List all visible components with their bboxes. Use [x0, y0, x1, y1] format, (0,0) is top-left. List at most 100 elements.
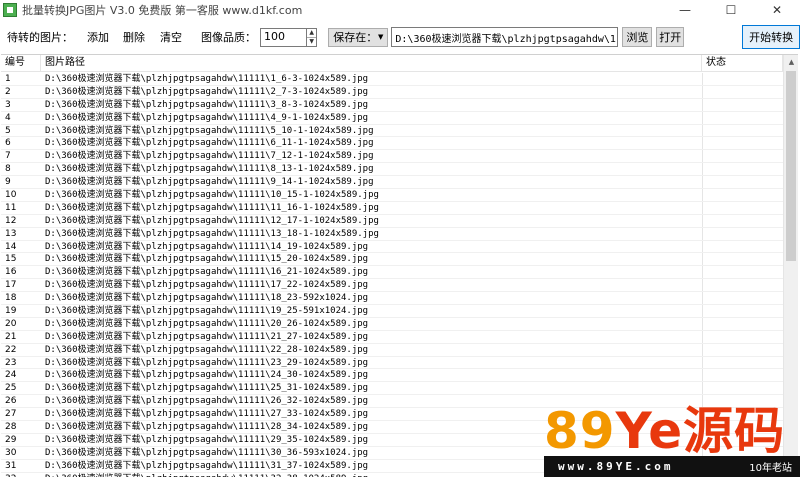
- minimize-button[interactable]: —: [662, 0, 708, 20]
- row-status: [702, 356, 783, 369]
- quality-spinner[interactable]: ▲ ▼: [306, 27, 318, 47]
- row-number: 24: [5, 370, 17, 381]
- row-path: D:\360极速浏览器下载\plzhjpgtpsagahdw\11111\24_…: [45, 370, 369, 381]
- header-status[interactable]: 状态: [702, 55, 783, 71]
- row-number: 29: [5, 434, 17, 445]
- add-button[interactable]: 添加: [87, 29, 109, 45]
- scroll-thumb[interactable]: [786, 71, 796, 261]
- row-path: D:\360极速浏览器下载\plzhjpgtpsagahdw\11111\2_7…: [45, 86, 369, 97]
- row-number: 5: [5, 125, 11, 136]
- table-row[interactable]: 2 D:\360极速浏览器下载\plzhjpgtpsagahdw\11111\2_…: [1, 85, 783, 99]
- header-number[interactable]: 编号: [1, 55, 41, 71]
- row-status: [702, 124, 783, 137]
- table-row[interactable]: 12 D:\360极速浏览器下载\plzhjpgtpsagahdw\11111\1…: [1, 214, 783, 228]
- row-number: 4: [5, 112, 11, 123]
- row-number: 31: [5, 460, 17, 471]
- table-row[interactable]: 6 D:\360极速浏览器下载\plzhjpgtpsagahdw\11111\6_…: [1, 137, 783, 151]
- row-status: [702, 150, 783, 163]
- table-row[interactable]: 16 D:\360极速浏览器下载\plzhjpgtpsagahdw\11111\1…: [1, 266, 783, 280]
- row-number: 7: [5, 151, 11, 162]
- row-status: [702, 214, 783, 227]
- row-number: 18: [5, 293, 17, 304]
- list-header: 编号 图片路径 状态: [1, 55, 783, 72]
- row-number: 2: [5, 86, 11, 97]
- row-number: 9: [5, 177, 11, 188]
- window-title: 批量转换JPG图片 V3.0 免费版 第一客服 www.d1kf.com: [22, 4, 303, 17]
- row-number: 21: [5, 331, 17, 342]
- table-row[interactable]: 4 D:\360极速浏览器下载\plzhjpgtpsagahdw\11111\4_…: [1, 111, 783, 125]
- window-controls: — ☐ ✕: [662, 0, 800, 20]
- table-row[interactable]: 24 D:\360极速浏览器下载\plzhjpgtpsagahdw\11111\2…: [1, 369, 783, 383]
- open-button[interactable]: 打开: [656, 27, 685, 47]
- clear-button[interactable]: 清空: [160, 29, 182, 45]
- table-row[interactable]: 7 D:\360极速浏览器下载\plzhjpgtpsagahdw\11111\7_…: [1, 150, 783, 164]
- row-status: [702, 317, 783, 330]
- maximize-button[interactable]: ☐: [708, 0, 754, 20]
- row-path: D:\360极速浏览器下载\plzhjpgtpsagahdw\11111\13_…: [45, 228, 379, 239]
- toolbar: 待转的图片： 添加 删除 清空 图像品质： 100 ▲ ▼ 保存在： ▼ D:\…: [0, 22, 800, 52]
- row-path: D:\360极速浏览器下载\plzhjpgtpsagahdw\11111\8_1…: [45, 164, 374, 175]
- quality-input[interactable]: 100: [260, 27, 307, 47]
- row-path: D:\360极速浏览器下载\plzhjpgtpsagahdw\11111\10_…: [45, 190, 379, 201]
- row-path: D:\360极速浏览器下载\plzhjpgtpsagahdw\11111\16_…: [45, 267, 369, 278]
- row-path: D:\360极速浏览器下载\plzhjpgtpsagahdw\11111\3_8…: [45, 99, 369, 110]
- browse-button[interactable]: 浏览: [622, 27, 653, 47]
- table-row[interactable]: 25 D:\360极速浏览器下载\plzhjpgtpsagahdw\11111\2…: [1, 382, 783, 396]
- row-status: [702, 266, 783, 279]
- row-path: D:\360极速浏览器下载\plzhjpgtpsagahdw\11111\11_…: [45, 202, 379, 213]
- row-status: [702, 253, 783, 266]
- row-status: [702, 98, 783, 111]
- row-status: [702, 201, 783, 214]
- save-location-select[interactable]: 保存在： ▼: [328, 27, 389, 47]
- table-row[interactable]: 1 D:\360极速浏览器下载\plzhjpgtpsagahdw\11111\1_…: [1, 73, 783, 86]
- row-number: 10: [5, 190, 17, 201]
- row-path: D:\360极速浏览器下载\plzhjpgtpsagahdw\11111\21_…: [45, 331, 369, 342]
- table-row[interactable]: 10 D:\360极速浏览器下载\plzhjpgtpsagahdw\11111\1…: [1, 189, 783, 202]
- header-path[interactable]: 图片路径: [41, 55, 702, 71]
- row-status: [702, 137, 783, 150]
- row-number: 13: [5, 228, 17, 239]
- table-row[interactable]: 18 D:\360极速浏览器下载\plzhjpgtpsagahdw\11111\1…: [1, 292, 783, 306]
- spinner-up-icon[interactable]: ▲: [306, 29, 317, 38]
- row-status: [702, 305, 783, 317]
- table-row[interactable]: 22 D:\360极速浏览器下载\plzhjpgtpsagahdw\11111\2…: [1, 343, 783, 357]
- table-row[interactable]: 23 D:\360极速浏览器下载\plzhjpgtpsagahdw\11111\2…: [1, 356, 783, 370]
- row-number: 1: [5, 74, 11, 84]
- row-status: [702, 176, 783, 189]
- table-row[interactable]: 21 D:\360极速浏览器下载\plzhjpgtpsagahdw\11111\2…: [1, 330, 783, 344]
- table-row[interactable]: 15 D:\360极速浏览器下载\plzhjpgtpsagahdw\11111\1…: [1, 253, 783, 267]
- row-path: D:\360极速浏览器下载\plzhjpgtpsagahdw\11111\1_6…: [45, 74, 369, 84]
- delete-button[interactable]: 删除: [123, 29, 145, 45]
- close-button[interactable]: ✕: [754, 0, 800, 20]
- row-number: 26: [5, 396, 17, 407]
- table-row[interactable]: 5 D:\360极速浏览器下载\plzhjpgtpsagahdw\11111\5_…: [1, 124, 783, 138]
- row-path: D:\360极速浏览器下载\plzhjpgtpsagahdw\11111\9_1…: [45, 177, 374, 188]
- row-status: [702, 189, 783, 201]
- row-path: D:\360极速浏览器下载\plzhjpgtpsagahdw\11111\12_…: [45, 215, 379, 226]
- pending-images-label: 待转的图片：: [7, 31, 73, 44]
- table-row[interactable]: 13 D:\360极速浏览器下载\plzhjpgtpsagahdw\11111\1…: [1, 227, 783, 241]
- table-row[interactable]: 8 D:\360极速浏览器下载\plzhjpgtpsagahdw\11111\8_…: [1, 163, 783, 177]
- save-path-input[interactable]: D:\360极速浏览器下载\plzhjpgtpsagahdw\11111: [391, 27, 619, 47]
- row-path: D:\360极速浏览器下载\plzhjpgtpsagahdw\11111\17_…: [45, 280, 369, 291]
- table-row[interactable]: 9 D:\360极速浏览器下载\plzhjpgtpsagahdw\11111\9_…: [1, 176, 783, 190]
- start-convert-button[interactable]: 开始转换: [742, 25, 800, 49]
- row-path: D:\360极速浏览器下载\plzhjpgtpsagahdw\11111\15_…: [45, 254, 369, 265]
- table-row[interactable]: 20 D:\360极速浏览器下载\plzhjpgtpsagahdw\11111\2…: [1, 317, 783, 331]
- table-row[interactable]: 3 D:\360极速浏览器下载\plzhjpgtpsagahdw\11111\3_…: [1, 98, 783, 112]
- row-path: D:\360极速浏览器下载\plzhjpgtpsagahdw\11111\5_1…: [45, 125, 374, 136]
- row-number: 19: [5, 306, 17, 317]
- table-row[interactable]: 14 D:\360极速浏览器下载\plzhjpgtpsagahdw\11111\1…: [1, 240, 783, 254]
- table-row[interactable]: 17 D:\360极速浏览器下载\plzhjpgtpsagahdw\11111\1…: [1, 279, 783, 293]
- table-row[interactable]: 11 D:\360极速浏览器下载\plzhjpgtpsagahdw\11111\1…: [1, 201, 783, 215]
- row-path: D:\360极速浏览器下载\plzhjpgtpsagahdw\11111\7_1…: [45, 151, 374, 162]
- scroll-up-icon[interactable]: ▲: [784, 55, 798, 70]
- quality-label: 图像品质：: [201, 31, 256, 44]
- spinner-down-icon[interactable]: ▼: [307, 38, 316, 46]
- row-number: 32: [1, 473, 41, 477]
- row-number: 30: [5, 447, 17, 458]
- table-row[interactable]: 19 D:\360极速浏览器下载\plzhjpgtpsagahdw\11111\1…: [1, 305, 783, 318]
- row-number: 15: [5, 254, 17, 265]
- row-status: [702, 111, 783, 124]
- row-status: [702, 227, 783, 240]
